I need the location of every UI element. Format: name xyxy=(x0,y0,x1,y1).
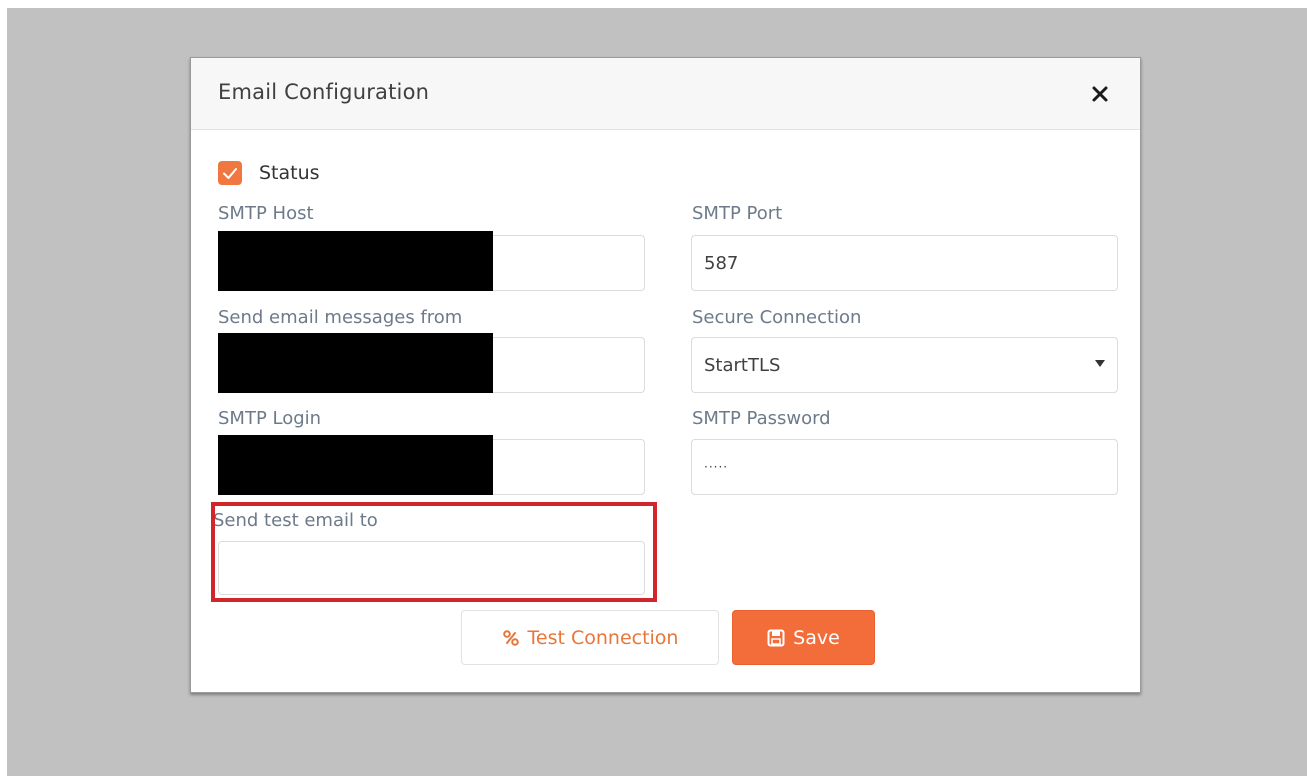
smtp-login-label: SMTP Login xyxy=(218,408,322,429)
redaction-block xyxy=(218,231,493,291)
smtp-password-value: ····· xyxy=(704,460,729,474)
dialog-header: Email Configuration xyxy=(191,58,1140,130)
highlight-box xyxy=(211,502,657,602)
smtp-port-value: 587 xyxy=(704,252,739,274)
smtp-port-label: SMTP Port xyxy=(692,203,783,224)
status-checkbox[interactable] xyxy=(218,161,242,185)
chevron-down-icon xyxy=(1095,360,1105,367)
send-from-label: Send email messages from xyxy=(218,307,463,328)
checkmark-icon xyxy=(223,168,237,179)
close-icon xyxy=(1092,86,1108,102)
dialog-title: Email Configuration xyxy=(218,80,430,104)
secure-connection-value: StartTLS xyxy=(704,354,781,376)
test-connection-button[interactable]: Test Connection xyxy=(461,610,719,665)
send-from-input[interactable] xyxy=(218,333,645,393)
smtp-password-label: SMTP Password xyxy=(692,408,831,429)
smtp-password-input[interactable]: ····· xyxy=(691,439,1118,495)
link-icon xyxy=(502,629,520,647)
close-button[interactable] xyxy=(1086,80,1114,108)
secure-connection-label: Secure Connection xyxy=(692,307,862,328)
save-label: Save xyxy=(793,626,840,649)
secure-connection-select[interactable]: StartTLS xyxy=(691,337,1118,393)
smtp-host-input[interactable] xyxy=(218,231,645,291)
redaction-block xyxy=(218,435,493,495)
smtp-host-label: SMTP Host xyxy=(218,203,314,224)
floppy-disk-icon xyxy=(767,629,785,647)
status-label: Status xyxy=(259,162,320,184)
redaction-block xyxy=(218,333,493,393)
test-connection-label: Test Connection xyxy=(527,626,679,649)
email-configuration-dialog: Email Configuration Status SMTP Host Sen… xyxy=(190,57,1141,693)
smtp-login-input[interactable] xyxy=(218,435,645,495)
save-button[interactable]: Save xyxy=(732,610,875,665)
smtp-port-input[interactable]: 587 xyxy=(691,235,1118,291)
